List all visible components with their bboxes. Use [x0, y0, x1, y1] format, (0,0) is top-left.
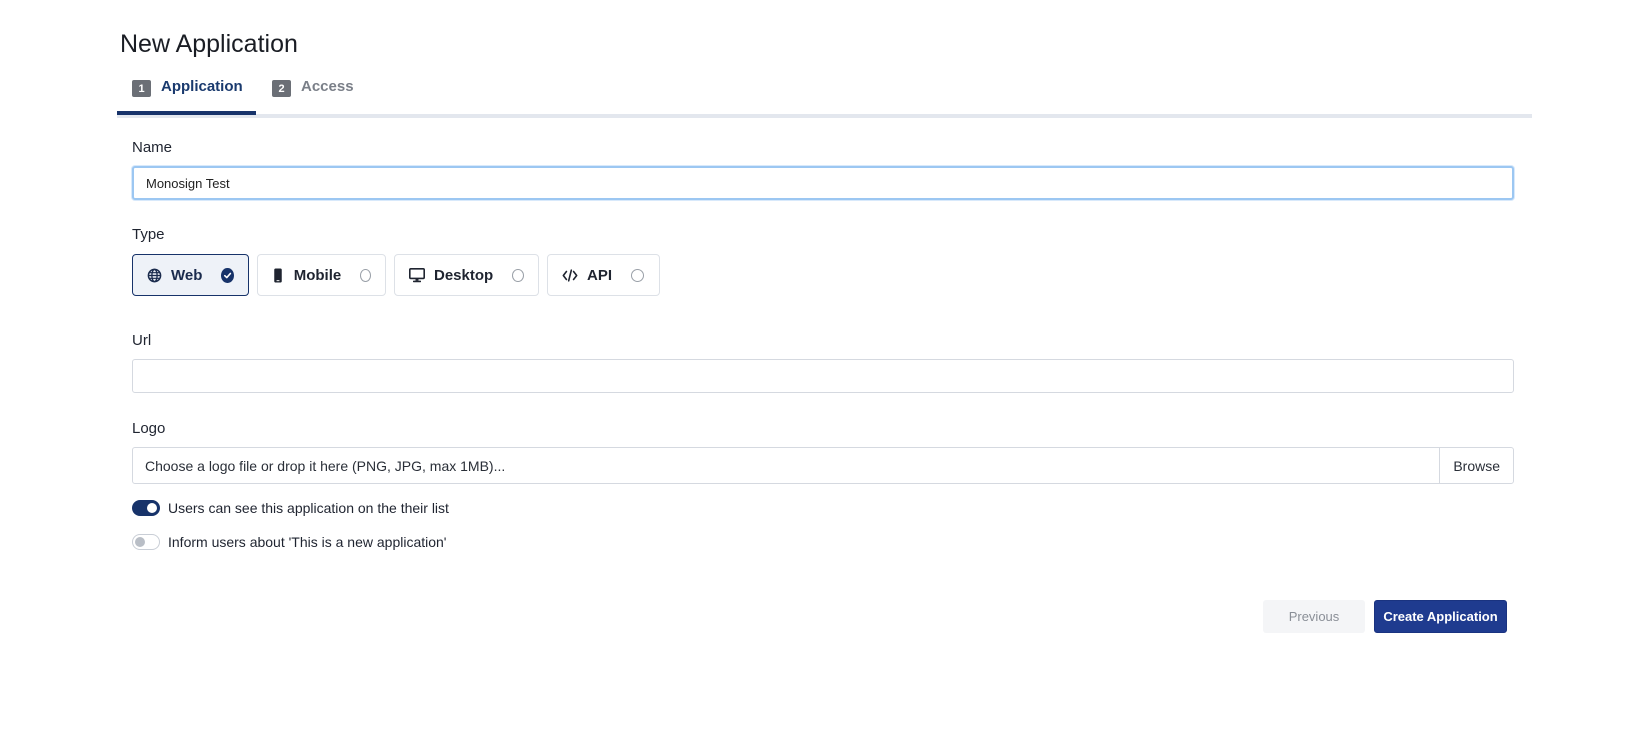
toggle-label: Inform users about 'This is a new applic… [168, 534, 447, 550]
toggle-row-visible-to-users: Users can see this application on the th… [132, 500, 449, 516]
inform-new-app-toggle[interactable] [132, 534, 160, 550]
tab-number: 1 [132, 80, 151, 97]
create-application-button[interactable]: Create Application [1374, 600, 1507, 633]
type-option-api[interactable]: API [547, 254, 660, 296]
tab-label: Application [161, 78, 243, 95]
mobile-icon [272, 267, 285, 283]
tab-application[interactable]: 1 Application [132, 78, 243, 114]
type-option-label: Desktop [434, 266, 494, 284]
type-selector: Web Mobile Desktop API [132, 254, 660, 296]
visible-to-users-toggle[interactable] [132, 500, 160, 516]
toggle-knob [135, 537, 145, 547]
radio-icon [360, 268, 371, 282]
desktop-icon [409, 267, 425, 283]
url-label: Url [132, 332, 152, 349]
logo-file-input[interactable]: Choose a logo file or drop it here (PNG,… [132, 447, 1514, 484]
wizard-tabs: 1 Application 2 Access [117, 74, 1532, 118]
type-option-label: API [587, 266, 613, 284]
url-input[interactable] [132, 359, 1514, 393]
code-icon [562, 267, 578, 283]
radio-icon [631, 268, 645, 282]
globe-icon [147, 267, 162, 283]
type-option-web[interactable]: Web [132, 254, 249, 296]
check-circle-icon [221, 267, 234, 283]
type-option-mobile[interactable]: Mobile [257, 254, 386, 296]
active-tab-indicator [117, 111, 256, 115]
type-option-desktop[interactable]: Desktop [394, 254, 539, 296]
previous-button[interactable]: Previous [1263, 600, 1365, 633]
name-input[interactable] [132, 166, 1514, 200]
tab-number: 2 [272, 80, 291, 97]
tab-label: Access [301, 78, 354, 95]
browse-button[interactable]: Browse [1439, 448, 1513, 483]
toggle-knob [147, 503, 157, 513]
tab-access[interactable]: 2 Access [272, 78, 354, 114]
toggle-row-inform-new-app: Inform users about 'This is a new applic… [132, 534, 446, 550]
type-label: Type [132, 226, 165, 243]
page-title: New Application [120, 30, 298, 58]
logo-file-placeholder: Choose a logo file or drop it here (PNG,… [145, 457, 506, 474]
name-label: Name [132, 139, 173, 156]
logo-label: Logo [132, 420, 166, 437]
toggle-label: Users can see this application on the th… [168, 500, 449, 516]
type-option-label: Web [171, 266, 203, 284]
type-option-label: Mobile [293, 266, 342, 284]
radio-icon [512, 268, 524, 282]
